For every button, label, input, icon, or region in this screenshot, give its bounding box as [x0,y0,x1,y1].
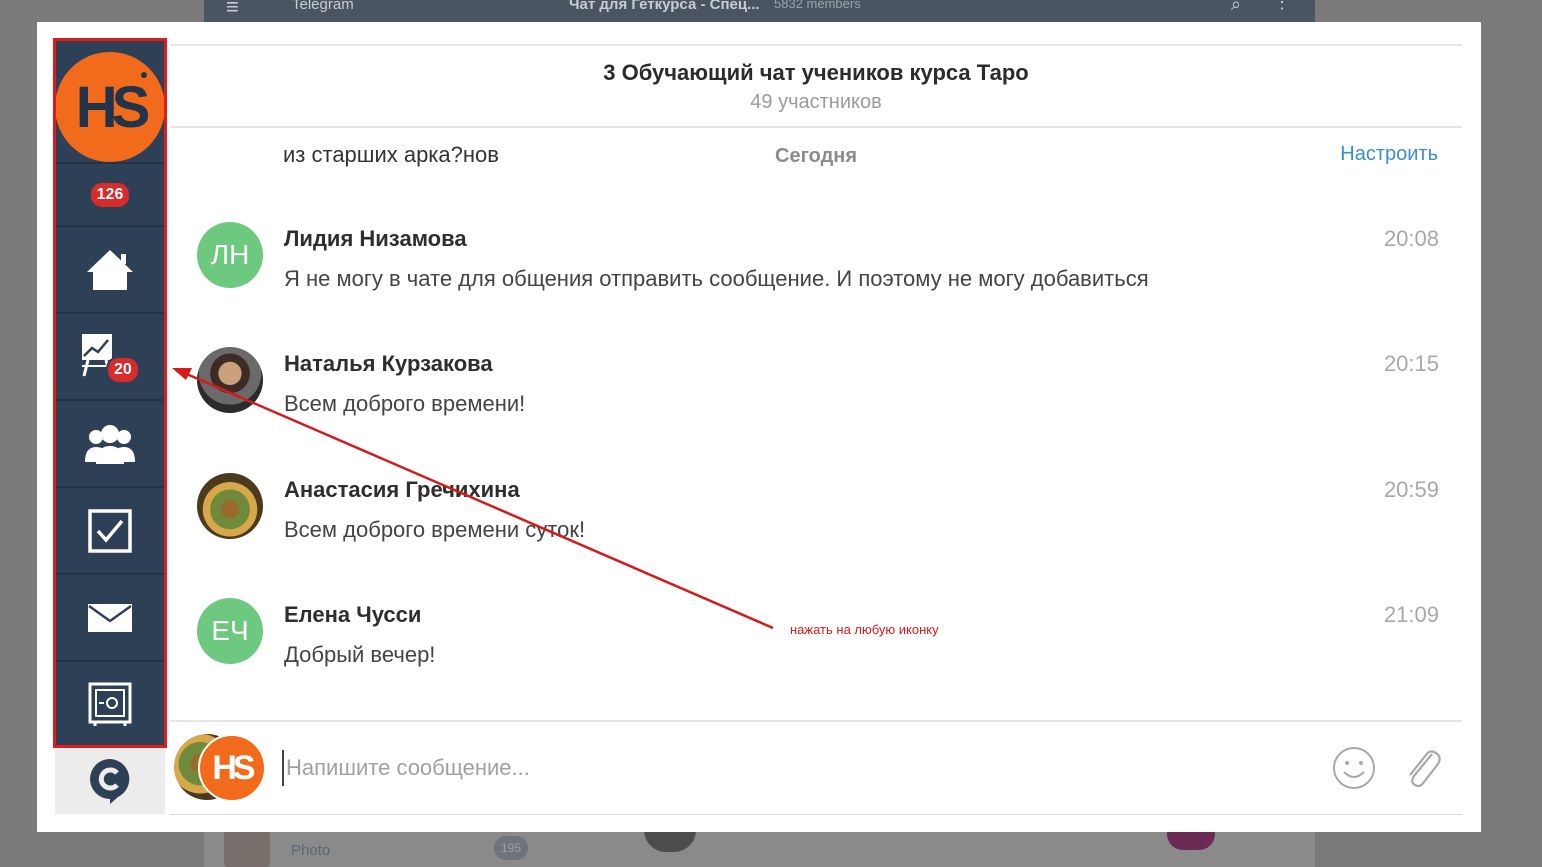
sidebar-item-mail[interactable] [55,575,165,662]
people-group-icon [85,424,135,464]
partial-message-text: из старших арка?нов [283,142,499,167]
checkbox-icon [88,508,132,553]
chat-members-count: 49 участников [750,91,882,113]
app-sidebar: HS 126 20 [55,40,165,814]
message-item[interactable]: ЛН Лидия Низамова Я не могу в чате для о… [197,222,1439,322]
hs-logo-icon: HS [55,52,165,162]
message-time: 21:09 [1383,602,1439,627]
annotation-text: нажать на любую иконку [790,622,939,637]
message-author[interactable]: Анастасия Гречихина [284,477,520,503]
mail-envelope-icon [88,603,132,632]
chat-window: HS 126 20 3 Обучающий чат учеников курса… [37,22,1481,832]
background-photo-label: Photo [291,842,331,859]
sender-avatar[interactable]: HS [198,734,266,802]
more-options-icon[interactable]: ⋮ [1273,0,1291,13]
message-composer: HS [170,720,1462,815]
paperclip-attach-icon[interactable] [1402,744,1442,792]
sidebar-item-people[interactable] [55,401,165,488]
chat-app-icon [90,759,130,804]
message-text: Всем доброго времени! [284,391,526,416]
day-separator: Сегодня [775,145,858,167]
logo-text: HS [75,74,151,140]
message-item[interactable]: ЕЧ Елена Чусси Добрый вечер! 21:09 [197,598,1439,698]
avatar[interactable] [197,347,263,413]
avatar[interactable]: ЛН [197,222,263,288]
chart-badge: 20 [106,355,140,384]
message-item[interactable]: Анастасия Гречихина Всем доброго времени… [197,473,1439,573]
background-sticker [1167,832,1215,850]
sender-avatar-text: HS [212,748,255,787]
hamburger-menu-icon[interactable]: ≡ [226,0,239,20]
sidebar-item-safe[interactable] [55,662,165,748]
emoji-smile-icon[interactable] [1332,746,1376,790]
background-thumbnail [224,830,270,867]
safe-icon [88,682,132,726]
avatar[interactable]: ЕЧ [197,598,263,664]
sidebar-item-chart[interactable]: 20 [55,314,165,401]
background-avatar [644,830,696,852]
sidebar-item-tasks[interactable] [55,488,165,575]
message-item[interactable]: Наталья Курзакова Всем доброго времени! … [197,347,1439,447]
background-topbar: ≡ Telegram Чат для Геткурса - Спец... 58… [204,0,1315,22]
message-text: Добрый вечер! [284,642,436,667]
background-members-count: 5832 members [774,0,861,11]
chat-header[interactable]: 3 Обучающий чат учеников курса Таро 49 у… [170,44,1462,128]
message-text: Я не могу в чате для общения отправить с… [284,266,1149,291]
avatar[interactable] [197,473,263,539]
background-unread-badge: 195 [494,836,528,860]
message-text: Всем доброго времени суток! [284,517,586,542]
message-author[interactable]: Наталья Курзакова [284,351,493,377]
search-icon[interactable]: ⌕ [1231,0,1241,15]
message-author[interactable]: Елена Чусси [284,602,421,628]
composer-bottom-divider [170,814,1462,815]
cropped-message-line: — — — — — — — — — — — — — — — — — — — — … [283,130,1263,136]
settings-link[interactable]: Настроить [1340,143,1438,166]
logo-dot [141,72,147,78]
message-time: 20:15 [1383,351,1439,376]
message-input[interactable] [282,750,1182,786]
message-time: 20:59 [1383,477,1439,502]
notifications-badge: 126 [88,180,132,209]
sidebar-item-home[interactable] [55,227,165,314]
background-chat-title: Чат для Геткурса - Спец... [569,0,760,13]
background-app-name: Telegram [292,0,354,13]
sidebar-item-notifications[interactable]: 126 [55,164,165,227]
chat-title: 3 Обучающий чат учеников курса Таро [603,60,1029,85]
home-icon [87,249,133,290]
sidebar-item-chat-app[interactable] [55,748,165,814]
message-author[interactable]: Лидия Низамова [284,226,467,252]
message-time: 20:08 [1383,226,1439,251]
sidebar-logo[interactable]: HS [55,40,165,164]
